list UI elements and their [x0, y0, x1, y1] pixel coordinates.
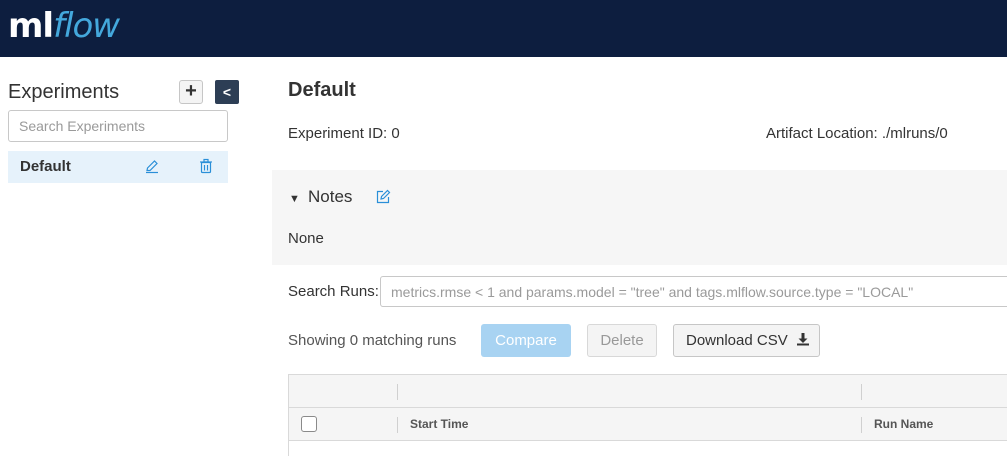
table-header-row: Start Time Run Name	[289, 408, 1007, 441]
delete-button[interactable]: Delete	[587, 324, 657, 357]
mlflow-logo[interactable]: mlflow	[8, 6, 120, 46]
column-header-run-name[interactable]: Run Name	[874, 417, 933, 431]
column-separator	[397, 384, 398, 400]
table-group-header	[289, 375, 1007, 408]
sidebar-item-default[interactable]: Default	[8, 151, 228, 183]
download-csv-button[interactable]: Download CSV	[673, 324, 820, 357]
experiment-name: Default	[20, 158, 71, 175]
column-separator	[861, 384, 862, 400]
logo-ml: ml	[8, 6, 54, 46]
search-runs-label: Search Runs:	[288, 283, 379, 300]
add-experiment-button[interactable]: +	[179, 80, 203, 104]
select-all-checkbox[interactable]	[301, 416, 317, 432]
experiment-id-label: Experiment ID:	[288, 125, 388, 142]
runs-table: Start Time Run Name	[288, 374, 1007, 456]
download-csv-label: Download CSV	[686, 332, 788, 349]
experiment-id-value: 0	[391, 125, 400, 142]
search-experiments-input[interactable]	[8, 110, 228, 142]
download-icon	[796, 326, 810, 346]
experiment-id: Experiment ID: 0	[288, 125, 400, 142]
caret-down-icon[interactable]: ▼	[289, 193, 300, 205]
artifact-location-label: Artifact Location:	[766, 125, 878, 142]
page-title: Default	[288, 79, 356, 101]
trash-icon[interactable]	[198, 158, 214, 174]
experiments-title: Experiments	[8, 81, 120, 103]
artifact-location-value: ./mlruns/0	[881, 125, 948, 142]
notes-panel	[272, 170, 1007, 265]
top-navbar: mlflow	[0, 0, 1007, 57]
matching-runs-count: Showing 0 matching runs	[288, 332, 457, 349]
notes-toggle[interactable]: Notes	[308, 187, 352, 207]
logo-flow: flow	[53, 6, 120, 46]
edit-notes-icon[interactable]	[375, 189, 391, 205]
artifact-location: Artifact Location: ./mlruns/0	[766, 125, 948, 142]
collapse-sidebar-button[interactable]: <	[215, 80, 239, 104]
compare-button[interactable]: Compare	[481, 324, 571, 357]
column-header-start-time[interactable]: Start Time	[410, 417, 468, 431]
column-separator[interactable]	[397, 417, 398, 433]
column-separator[interactable]	[861, 417, 862, 433]
search-runs-input[interactable]	[380, 276, 1007, 307]
notes-content: None	[288, 230, 324, 247]
edit-pencil-icon[interactable]	[144, 158, 160, 174]
